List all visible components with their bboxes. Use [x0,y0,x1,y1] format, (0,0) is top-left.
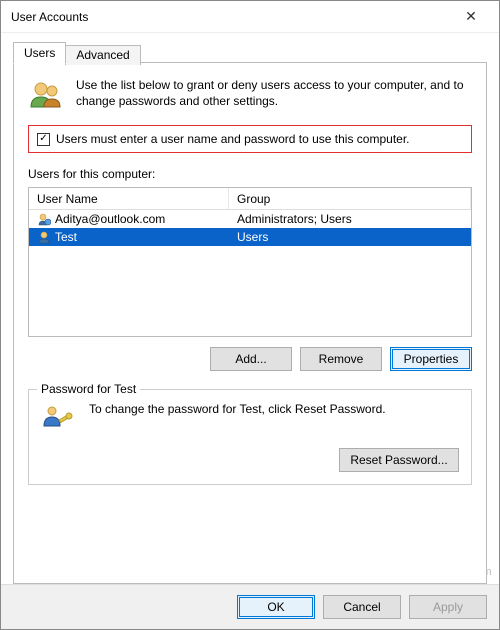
password-text: To change the password for Test, click R… [89,402,459,416]
user-accounts-window: User Accounts ✕ Users Advanced [0,0,500,630]
add-button[interactable]: Add... [210,347,292,371]
remove-button[interactable]: Remove [300,347,382,371]
require-password-row[interactable]: ✓ Users must enter a user name and passw… [28,125,472,153]
require-password-label: Users must enter a user name and passwor… [56,132,410,146]
password-row: To change the password for Test, click R… [41,402,459,436]
list-buttons: Add... Remove Properties [28,347,472,371]
cell-username: Aditya@outlook.com [29,210,229,228]
check-icon: ✓ [39,134,47,144]
tab-users[interactable]: Users [13,42,66,64]
require-password-checkbox[interactable]: ✓ [37,133,50,146]
table-row[interactable]: Aditya@outlook.com Administrators; Users [29,210,471,228]
tab-strip: Users Advanced [13,41,487,63]
cell-username: Test [29,228,229,246]
content-area: Users Advanced Use the list below to gra… [1,33,499,584]
password-group-title: Password for Test [37,382,140,396]
user-icon [37,230,51,244]
username-text: Test [55,230,77,244]
properties-button[interactable]: Properties [390,347,472,371]
password-button-row: Reset Password... [41,448,459,472]
cell-group: Administrators; Users [229,210,471,228]
column-header-group[interactable]: Group [229,188,471,209]
tab-label: Advanced [76,48,129,62]
titlebar: User Accounts ✕ [1,1,499,33]
table-row[interactable]: Test Users [29,228,471,246]
listview-header: User Name Group [29,188,471,210]
cell-group: Users [229,228,471,246]
intro-row: Use the list below to grant or deny user… [28,77,472,113]
close-icon: ✕ [465,8,477,25]
close-button[interactable]: ✕ [451,1,491,32]
window-title: User Accounts [11,10,451,24]
user-icon [37,212,51,226]
cancel-button[interactable]: Cancel [323,595,401,619]
tab-advanced[interactable]: Advanced [65,45,140,65]
apply-button[interactable]: Apply [409,595,487,619]
reset-password-button[interactable]: Reset Password... [339,448,459,472]
users-listview[interactable]: User Name Group Aditya@outlook.com [28,187,472,337]
password-groupbox: Password for Test To change the password… [28,389,472,485]
dialog-footer: OK Cancel Apply [1,584,499,629]
key-icon [41,402,75,436]
ok-button[interactable]: OK [237,595,315,619]
tab-label: Users [24,46,55,60]
users-list-label: Users for this computer: [28,167,472,181]
intro-text: Use the list below to grant or deny user… [76,77,472,109]
users-icon [28,77,64,113]
username-text: Aditya@outlook.com [55,212,165,226]
column-header-username[interactable]: User Name [29,188,229,209]
users-panel: Use the list below to grant or deny user… [13,62,487,584]
